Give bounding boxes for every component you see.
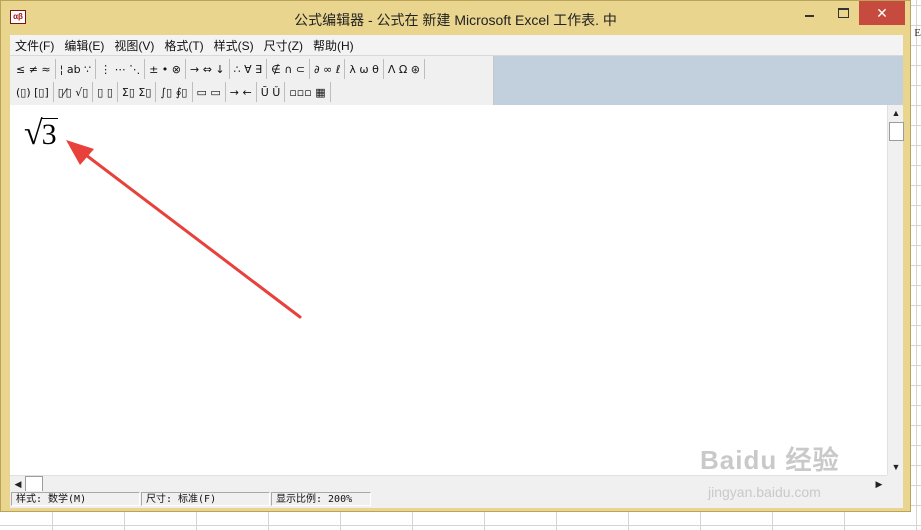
menu-edit[interactable]: 编辑(E) — [59, 37, 109, 54]
template-palette-row: (▯) [▯] ▯⁄▯ √▯ ▯ ▯ Σ▯ Σ▯ ∫▯ ∮▯ ▭ ▭ → ← Ū… — [12, 81, 331, 103]
menu-size[interactable]: 尺寸(Z) — [259, 37, 308, 54]
vertical-scroll-thumb[interactable] — [889, 122, 904, 141]
summation-templates-button[interactable]: Σ▯ Σ▯ — [118, 82, 157, 102]
status-style: 样式: 数学(M) — [11, 492, 140, 506]
integral-templates-button[interactable]: ∫▯ ∮▯ — [156, 82, 193, 102]
scroll-down-arrow-icon[interactable]: ▼ — [888, 459, 904, 475]
baidu-jingyan-watermark: Baidu 经验 jingyan.baidu.com — [700, 438, 890, 508]
fence-templates-button[interactable]: (▯) [▯] — [12, 82, 54, 102]
scroll-left-arrow-icon[interactable]: ◀ — [10, 476, 26, 492]
embellishments-button[interactable]: ⋮ ⋯ ⋱ — [96, 59, 146, 79]
menu-bar: 文件(F) 编辑(E) 视图(V) 格式(T) 样式(S) 尺寸(Z) 帮助(H… — [10, 35, 903, 56]
close-button[interactable]: ✕ — [859, 1, 905, 25]
products-set-templates-button[interactable]: Ū Ǔ — [257, 82, 286, 102]
symbol-toolbar: ≤ ≠ ≈ ¦ ab ∵ ⋮ ⋯ ⋱ ± • ⊗ → ⇔ ↓ ∴ ∀ ∃ ∉ ∩… — [10, 56, 903, 105]
radicand: 3 — [40, 118, 58, 151]
menu-file[interactable]: 文件(F) — [10, 37, 59, 54]
underbar-overbar-templates-button[interactable]: ▭ ▭ — [193, 82, 226, 102]
minimize-icon — [804, 15, 814, 17]
toolbar-palette-panel: ≤ ≠ ≈ ¦ ab ∵ ⋮ ⋯ ⋱ ± • ⊗ → ⇔ ↓ ∴ ∀ ∃ ∉ ∩… — [10, 56, 494, 105]
set-theory-symbols-button[interactable]: ∉ ∩ ⊂ — [267, 59, 310, 79]
subscript-superscript-templates-button[interactable]: ▯ ▯ — [93, 82, 118, 102]
greek-uppercase-button[interactable]: Λ Ω ⊛ — [384, 59, 425, 79]
maximize-button[interactable] — [826, 1, 860, 25]
greek-lowercase-button[interactable]: λ ω θ — [345, 59, 384, 79]
relational-symbols-button[interactable]: ≤ ≠ ≈ — [12, 59, 56, 79]
watermark-brand: Baidu 经验 — [700, 445, 840, 475]
menu-format[interactable]: 格式(T) — [159, 37, 208, 54]
sheet-column-edge-label: E — [914, 27, 921, 39]
formula-sqrt-3[interactable]: √ 3 — [24, 117, 58, 151]
close-icon: ✕ — [876, 4, 888, 21]
title-bar[interactable]: αβ 公式编辑器 - 公式在 新建 Microsoft Excel 工作表. 中… — [1, 1, 910, 34]
symbol-palette-row: ≤ ≠ ≈ ¦ ab ∵ ⋮ ⋯ ⋱ ± • ⊗ → ⇔ ↓ ∴ ∀ ∃ ∉ ∩… — [12, 58, 425, 80]
misc-symbols-button[interactable]: ∂ ∞ ℓ — [310, 59, 346, 79]
status-size: 尺寸: 标准(F) — [141, 492, 270, 506]
labeled-arrow-templates-button[interactable]: → ← — [226, 82, 257, 102]
red-annotation-arrow — [66, 140, 302, 319]
menu-style[interactable]: 样式(S) — [209, 37, 259, 54]
spaces-ellipses-button[interactable]: ¦ ab ∵ — [56, 59, 97, 79]
status-zoom: 显示比例: 200% — [271, 492, 371, 506]
fraction-radical-templates-button[interactable]: ▯⁄▯ √▯ — [54, 82, 94, 102]
matrix-templates-button[interactable]: ▫▫▫ ▦ — [285, 82, 331, 102]
horizontal-scroll-thumb[interactable] — [25, 476, 43, 492]
watermark-url: jingyan.baidu.com — [708, 484, 821, 500]
vertical-scrollbar[interactable]: ▲ ▼ — [887, 105, 904, 475]
menu-view[interactable]: 视图(V) — [109, 37, 159, 54]
maximize-icon — [837, 8, 849, 18]
minimize-button[interactable] — [792, 1, 826, 25]
operator-symbols-button[interactable]: ± • ⊗ — [145, 59, 186, 79]
scroll-up-arrow-icon[interactable]: ▲ — [888, 105, 904, 121]
menu-help[interactable]: 帮助(H) — [308, 37, 359, 54]
arrow-symbols-button[interactable]: → ⇔ ↓ — [186, 59, 230, 79]
window-title: 公式编辑器 - 公式在 新建 Microsoft Excel 工作表. 中 — [294, 12, 617, 28]
logical-symbols-button[interactable]: ∴ ∀ ∃ — [230, 59, 268, 79]
